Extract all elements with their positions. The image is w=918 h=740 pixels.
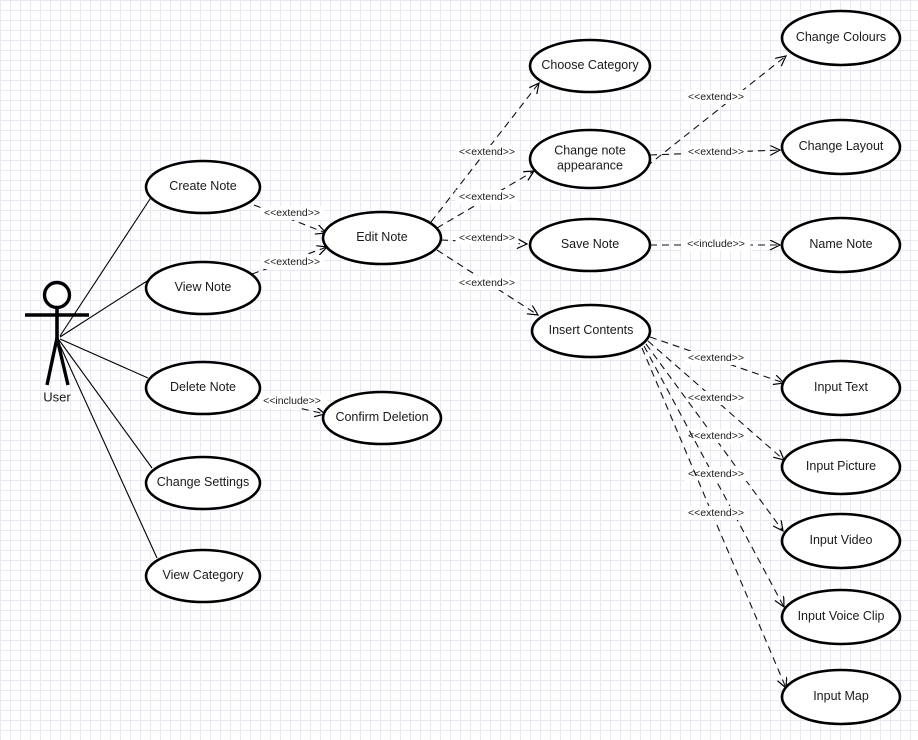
use-case-input-picture[interactable]: Input Picture bbox=[780, 438, 902, 496]
actor-left-leg-line bbox=[45, 337, 59, 386]
use-case-edit-note[interactable]: Edit Note bbox=[321, 210, 443, 266]
actor-user[interactable]: User bbox=[25, 280, 89, 405]
actor-head-icon bbox=[42, 280, 72, 310]
use-case-name-note[interactable]: Name Note bbox=[780, 216, 902, 274]
uml-use-case-diagram: <<extend>> <<extend>> <<extend>> <<extend>>… bbox=[25, 9, 902, 726]
use-case-save-note[interactable]: Save Note bbox=[528, 217, 652, 273]
use-case-choose-category[interactable]: Choose Category bbox=[528, 38, 652, 94]
use-case-label: Create Note bbox=[169, 179, 236, 193]
use-case-delete-note[interactable]: Delete Note bbox=[144, 360, 262, 416]
stereotype-label-d13: <<extend>> bbox=[688, 430, 744, 442]
stereotype-label-d7: <<extend>> bbox=[688, 91, 744, 103]
use-case-view-note[interactable]: View Note bbox=[144, 260, 262, 316]
stereotype-label-d4: <<extend>> bbox=[459, 191, 515, 203]
stereotype-label-d8: <<extend>> bbox=[688, 146, 744, 158]
stereotype-label-d1: <<extend>> bbox=[264, 207, 320, 219]
use-case-change-note-appearance[interactable]: Change note appearance bbox=[528, 128, 652, 190]
use-case-input-map[interactable]: Input Map bbox=[780, 668, 902, 726]
stereotype-label-d5: <<extend>> bbox=[459, 232, 515, 244]
use-case-change-colours[interactable]: Change Colours bbox=[780, 9, 902, 67]
use-case-view-category[interactable]: View Category bbox=[144, 548, 262, 604]
use-case-change-settings[interactable]: Change Settings bbox=[144, 455, 262, 511]
stereotype-label-d3: <<extend>> bbox=[459, 146, 515, 158]
actor-label: User bbox=[43, 389, 71, 404]
use-case-label: Name Note bbox=[809, 237, 872, 251]
stereotype-label-d11: <<extend>> bbox=[688, 352, 744, 364]
use-case-label: Save Note bbox=[561, 237, 619, 251]
use-case-label: Insert Contents bbox=[549, 323, 634, 337]
association-line-view-note bbox=[59, 280, 148, 338]
stereotype-label-d12: <<extend>> bbox=[688, 392, 744, 404]
use-case-label: Input Voice Clip bbox=[798, 609, 885, 623]
dependency-lines-layer: <<extend>> <<extend>> <<extend>> <<extend>>… bbox=[251, 56, 786, 688]
use-case-label: Input Picture bbox=[806, 459, 876, 473]
stereotype-label-d9: <<include>> bbox=[687, 238, 745, 250]
use-case-diagram-canvas: <<extend>> <<extend>> <<extend>> <<extend>>… bbox=[0, 0, 918, 740]
use-case-create-note[interactable]: Create Note bbox=[144, 159, 262, 215]
association-line-delete-note bbox=[59, 338, 149, 379]
use-case-input-video[interactable]: Input Video bbox=[780, 512, 902, 570]
use-case-label: Confirm Deletion bbox=[335, 410, 428, 424]
association-lines-layer bbox=[57, 195, 158, 559]
use-case-label: Change Settings bbox=[157, 475, 249, 489]
use-case-nodes-layer: Create Note View Note Delete Note Change Se… bbox=[144, 9, 902, 726]
use-case-label: Edit Note bbox=[356, 230, 407, 244]
use-case-confirm-deletion[interactable]: Confirm Deletion bbox=[321, 390, 443, 446]
use-case-input-voice-clip[interactable]: Input Voice Clip bbox=[780, 588, 902, 646]
use-case-label: View Note bbox=[175, 280, 232, 294]
use-case-label: Input Video bbox=[809, 533, 872, 547]
use-case-label: Input Map bbox=[813, 689, 869, 703]
stereotype-label-d10: <<include>> bbox=[263, 395, 321, 407]
stereotype-label-d6: <<extend>> bbox=[459, 277, 515, 289]
use-case-insert-contents[interactable]: Insert Contents bbox=[530, 303, 652, 359]
stereotype-label-d14: <<extend>> bbox=[688, 468, 744, 480]
use-case-input-text[interactable]: Input Text bbox=[780, 359, 902, 417]
use-case-label: Input Text bbox=[814, 380, 869, 394]
stereotype-label-d15: <<extend>> bbox=[688, 507, 744, 519]
stereotype-label-d2: <<extend>> bbox=[264, 256, 320, 268]
use-case-label: Choose Category bbox=[541, 58, 639, 72]
use-case-label: Change Colours bbox=[796, 30, 886, 44]
use-case-label: Change Layout bbox=[799, 139, 884, 153]
use-case-change-layout[interactable]: Change Layout bbox=[780, 118, 902, 176]
association-line-view-category bbox=[57, 340, 158, 559]
use-case-label: View Category bbox=[162, 568, 244, 582]
use-case-label: Delete Note bbox=[170, 380, 236, 394]
use-case-label: Change note appearance bbox=[554, 144, 626, 173]
